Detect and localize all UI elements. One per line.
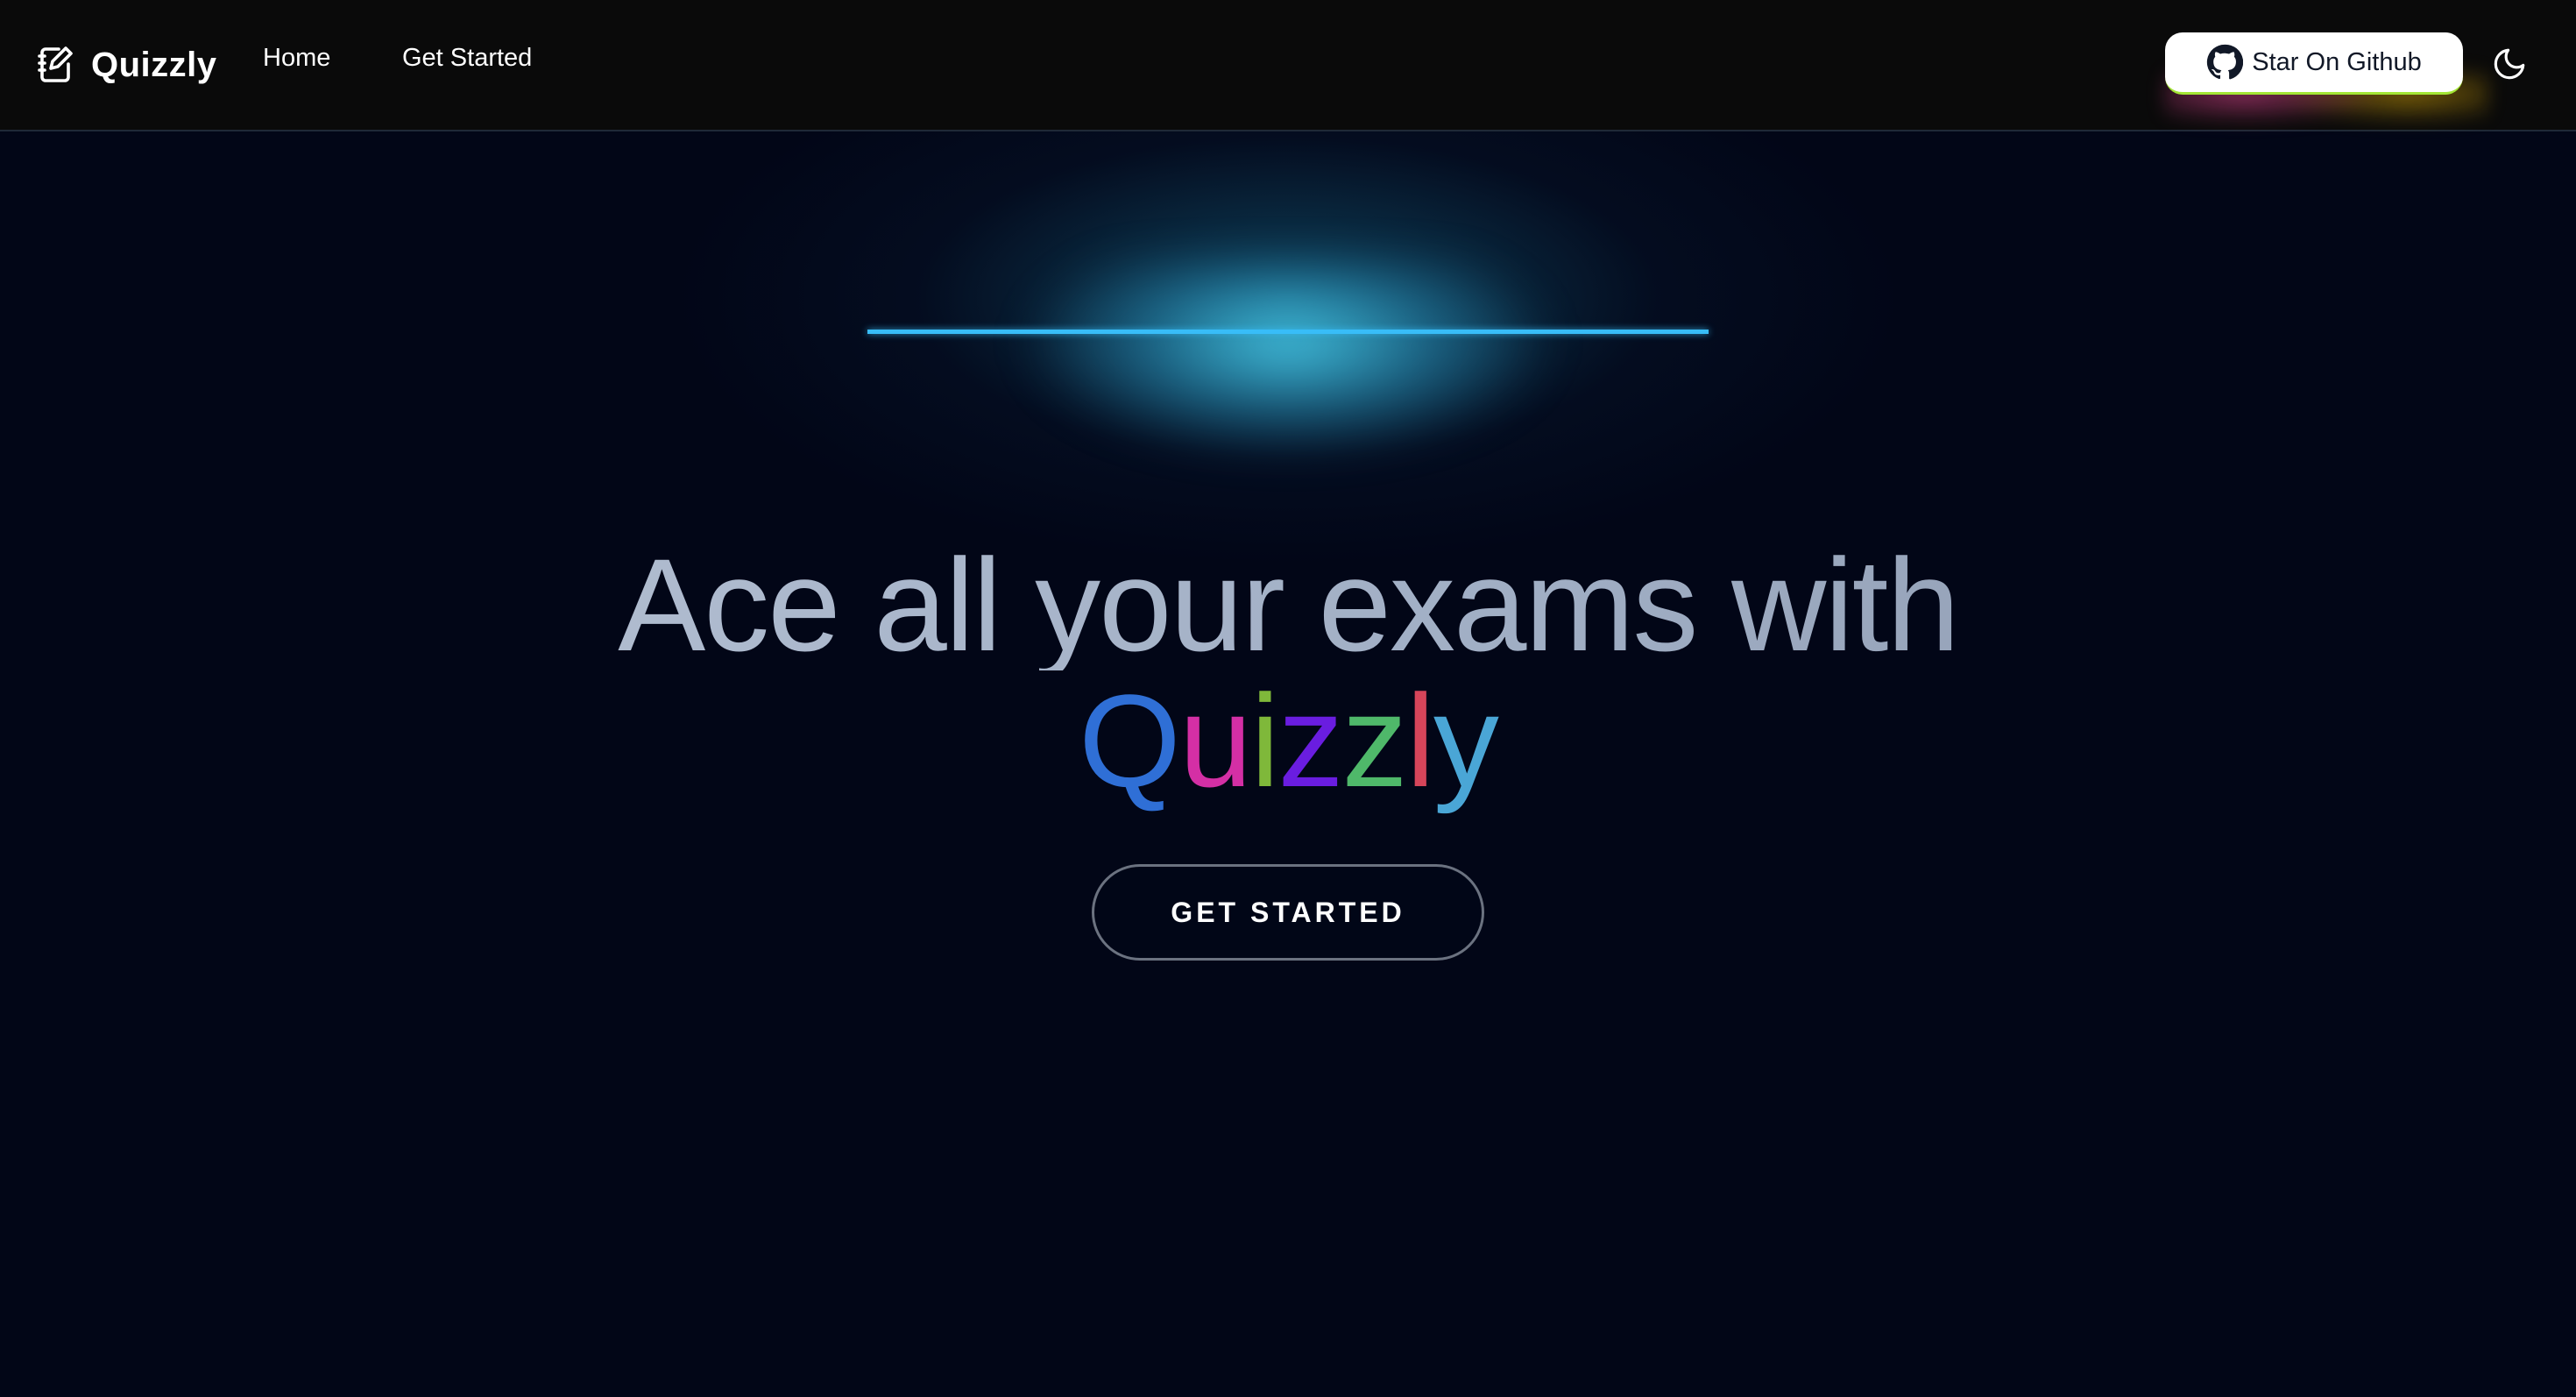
brand[interactable]: Quizzly	[35, 39, 217, 91]
get-started-label: GET STARTED	[1171, 896, 1405, 928]
brand-letter-4: z	[1341, 667, 1408, 814]
brand-letter-2: i	[1250, 667, 1279, 814]
brand-letter-0: Q	[1079, 667, 1181, 814]
github-icon	[2207, 44, 2244, 80]
hero-brand-word: Quizzly	[0, 675, 2576, 806]
hero-glow-line	[867, 330, 1709, 334]
navbar: Quizzly Home Get Started Star On Github	[0, 0, 2576, 149]
brand-letter-3: z	[1277, 667, 1344, 814]
brand-letter-6: y	[1433, 667, 1499, 814]
get-started-button[interactable]: GET STARTED	[1092, 864, 1484, 961]
moon-icon[interactable]	[2491, 46, 2528, 82]
landing-page: Quizzly Home Get Started Star On Github …	[0, 0, 2576, 1397]
brand-letter-5: l	[1405, 667, 1435, 814]
github-button-label: Star On Github	[2252, 47, 2422, 76]
star-on-github-button[interactable]: Star On Github	[2165, 32, 2463, 95]
nav-link-get-started[interactable]: Get Started	[402, 44, 532, 73]
nav-link-home[interactable]: Home	[263, 44, 330, 73]
brand-letter-1: u	[1178, 667, 1252, 814]
edit-note-icon	[38, 46, 73, 82]
hero-headline: Ace all your exams with	[0, 539, 2576, 670]
brand-name: Quizzly	[91, 45, 217, 84]
